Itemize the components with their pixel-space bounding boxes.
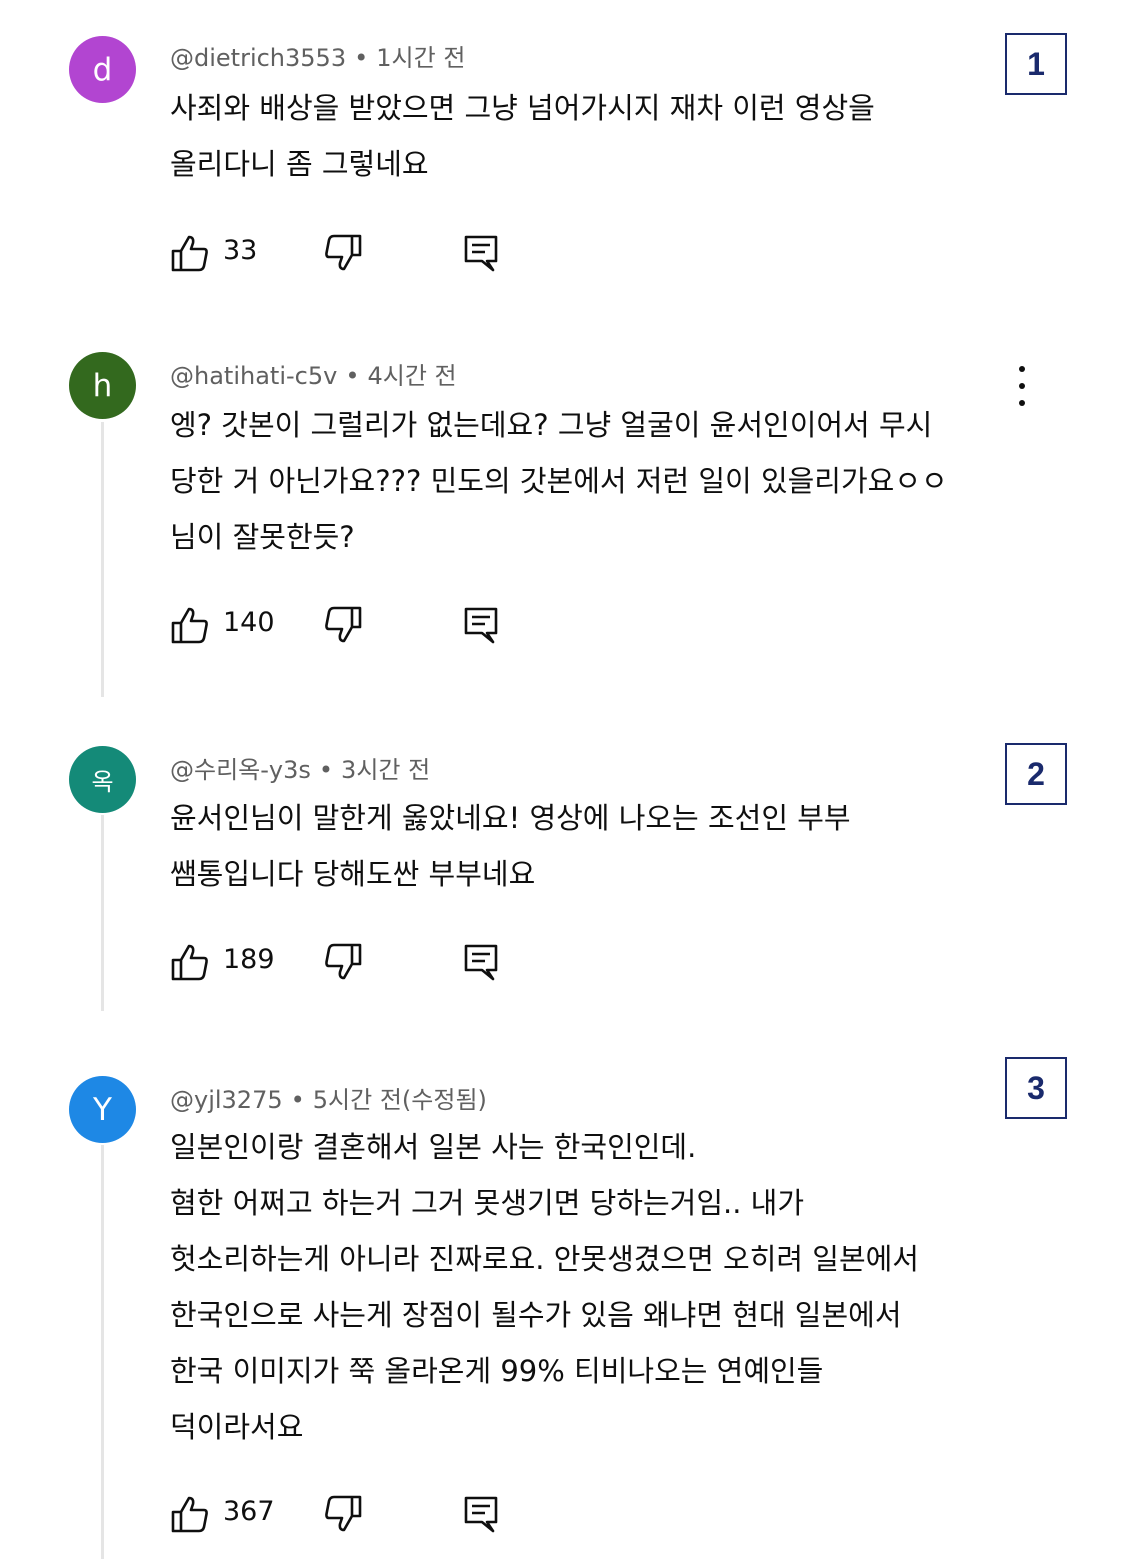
- comment-actions: 140: [170, 605, 530, 649]
- dislike-icon[interactable]: [323, 942, 363, 982]
- like-icon[interactable]: [170, 233, 210, 273]
- comment-line: 한국 이미지가 쭉 올라온게 99% 티비나오는 연예인들: [170, 1354, 824, 1388]
- comment-line: 덕이라서요: [170, 1410, 304, 1444]
- comment-text: 엥? 갓본이 그럴리가 없는데요? 그냥 얼굴이 윤서인이어서 무시 당한 거 …: [170, 397, 1020, 565]
- like-icon[interactable]: [170, 605, 210, 645]
- comment-line: 당한 거 아닌가요??? 민도의 갓본에서 저런 일이 있을리가요ㅇㅇ: [170, 464, 948, 498]
- comment-line: 헛소리하는게 아니라 진짜로요. 안못생겼으면 오히려 일본에서: [170, 1242, 919, 1276]
- thread-line: [101, 1145, 104, 1559]
- dislike-icon[interactable]: [323, 1494, 363, 1534]
- comment-line: 님이 잘못한듯?: [170, 520, 355, 554]
- comment-line: 사죄와 배상을 받았으면 그냥 넘어가시지 재차 이런 영상을: [170, 91, 875, 125]
- comment-line: 윤서인님이 말한게 옳았네요! 영상에 나오는 조선인 부부: [170, 801, 851, 835]
- avatar[interactable]: Y: [69, 1076, 136, 1143]
- annotation-marker: 2: [1005, 743, 1067, 805]
- comment-line: 쌤통입니다 당해도싼 부부네요: [170, 857, 536, 891]
- comment-line: 엥? 갓본이 그럴리가 없는데요? 그냥 얼굴이 윤서인이어서 무시: [170, 408, 933, 442]
- author-name[interactable]: @hatihati-c5v: [170, 362, 337, 390]
- separator-dot: •: [290, 1086, 305, 1114]
- comment-actions: 367: [170, 1494, 530, 1538]
- comment-line: 올리다니 좀 그렇네요: [170, 147, 429, 181]
- dislike-icon[interactable]: [323, 233, 363, 273]
- separator-dot: •: [354, 44, 369, 72]
- comment-meta: @dietrich3553 • 1시간 전: [170, 38, 465, 73]
- like-icon[interactable]: [170, 942, 210, 982]
- thread-line: [101, 815, 104, 1011]
- comment-line: 혐한 어쩌고 하는거 그거 못생기면 당하는거임.. 내가: [170, 1186, 805, 1220]
- like-count: 33: [223, 235, 258, 266]
- reply-icon[interactable]: [461, 942, 501, 982]
- reply-icon[interactable]: [461, 1494, 501, 1534]
- comment-line: 한국인으로 사는게 장점이 될수가 있음 왜냐면 현대 일본에서: [170, 1298, 902, 1332]
- comment-text: 윤서인님이 말한게 옳았네요! 영상에 나오는 조선인 부부 쌤통입니다 당해도…: [170, 790, 1020, 902]
- like-count: 189: [223, 944, 275, 975]
- thread-line: [101, 422, 104, 697]
- comment-text: 사죄와 배상을 받았으면 그냥 넘어가시지 재차 이런 영상을 올리다니 좀 그…: [170, 80, 1020, 192]
- comment-time[interactable]: 4시간 전: [367, 362, 456, 390]
- comment-meta: @hatihati-c5v • 4시간 전: [170, 356, 457, 391]
- avatar[interactable]: h: [69, 352, 136, 419]
- author-name[interactable]: @yjl3275: [170, 1086, 283, 1114]
- comment-meta: @yjl3275 • 5시간 전(수정됨): [170, 1080, 487, 1115]
- like-count: 367: [223, 1496, 275, 1527]
- comment-meta: @수리옥-y3s • 3시간 전: [170, 750, 430, 785]
- comment-actions: 189: [170, 942, 530, 986]
- reply-icon[interactable]: [461, 605, 501, 645]
- comment-time[interactable]: 5시간 전(수정됨): [313, 1086, 487, 1114]
- comment-time[interactable]: 3시간 전: [341, 756, 430, 784]
- author-name[interactable]: @dietrich3553: [170, 44, 346, 72]
- separator-dot: •: [318, 756, 334, 784]
- comment-actions: 33: [170, 233, 530, 277]
- comment-line: 일본인이랑 결혼해서 일본 사는 한국인인데.: [170, 1130, 697, 1164]
- avatar[interactable]: d: [69, 36, 136, 103]
- annotation-marker: 1: [1005, 33, 1067, 95]
- separator-dot: •: [345, 362, 360, 390]
- avatar[interactable]: 옥: [69, 746, 136, 813]
- dislike-icon[interactable]: [323, 605, 363, 645]
- comment-text: 일본인이랑 결혼해서 일본 사는 한국인인데. 혐한 어쩌고 하는거 그거 못생…: [170, 1119, 1020, 1455]
- comment-time[interactable]: 1시간 전: [376, 44, 465, 72]
- author-name[interactable]: @수리옥-y3s: [170, 756, 311, 784]
- reply-icon[interactable]: [461, 233, 501, 273]
- like-count: 140: [223, 607, 275, 638]
- annotation-marker: 3: [1005, 1057, 1067, 1119]
- like-icon[interactable]: [170, 1494, 210, 1534]
